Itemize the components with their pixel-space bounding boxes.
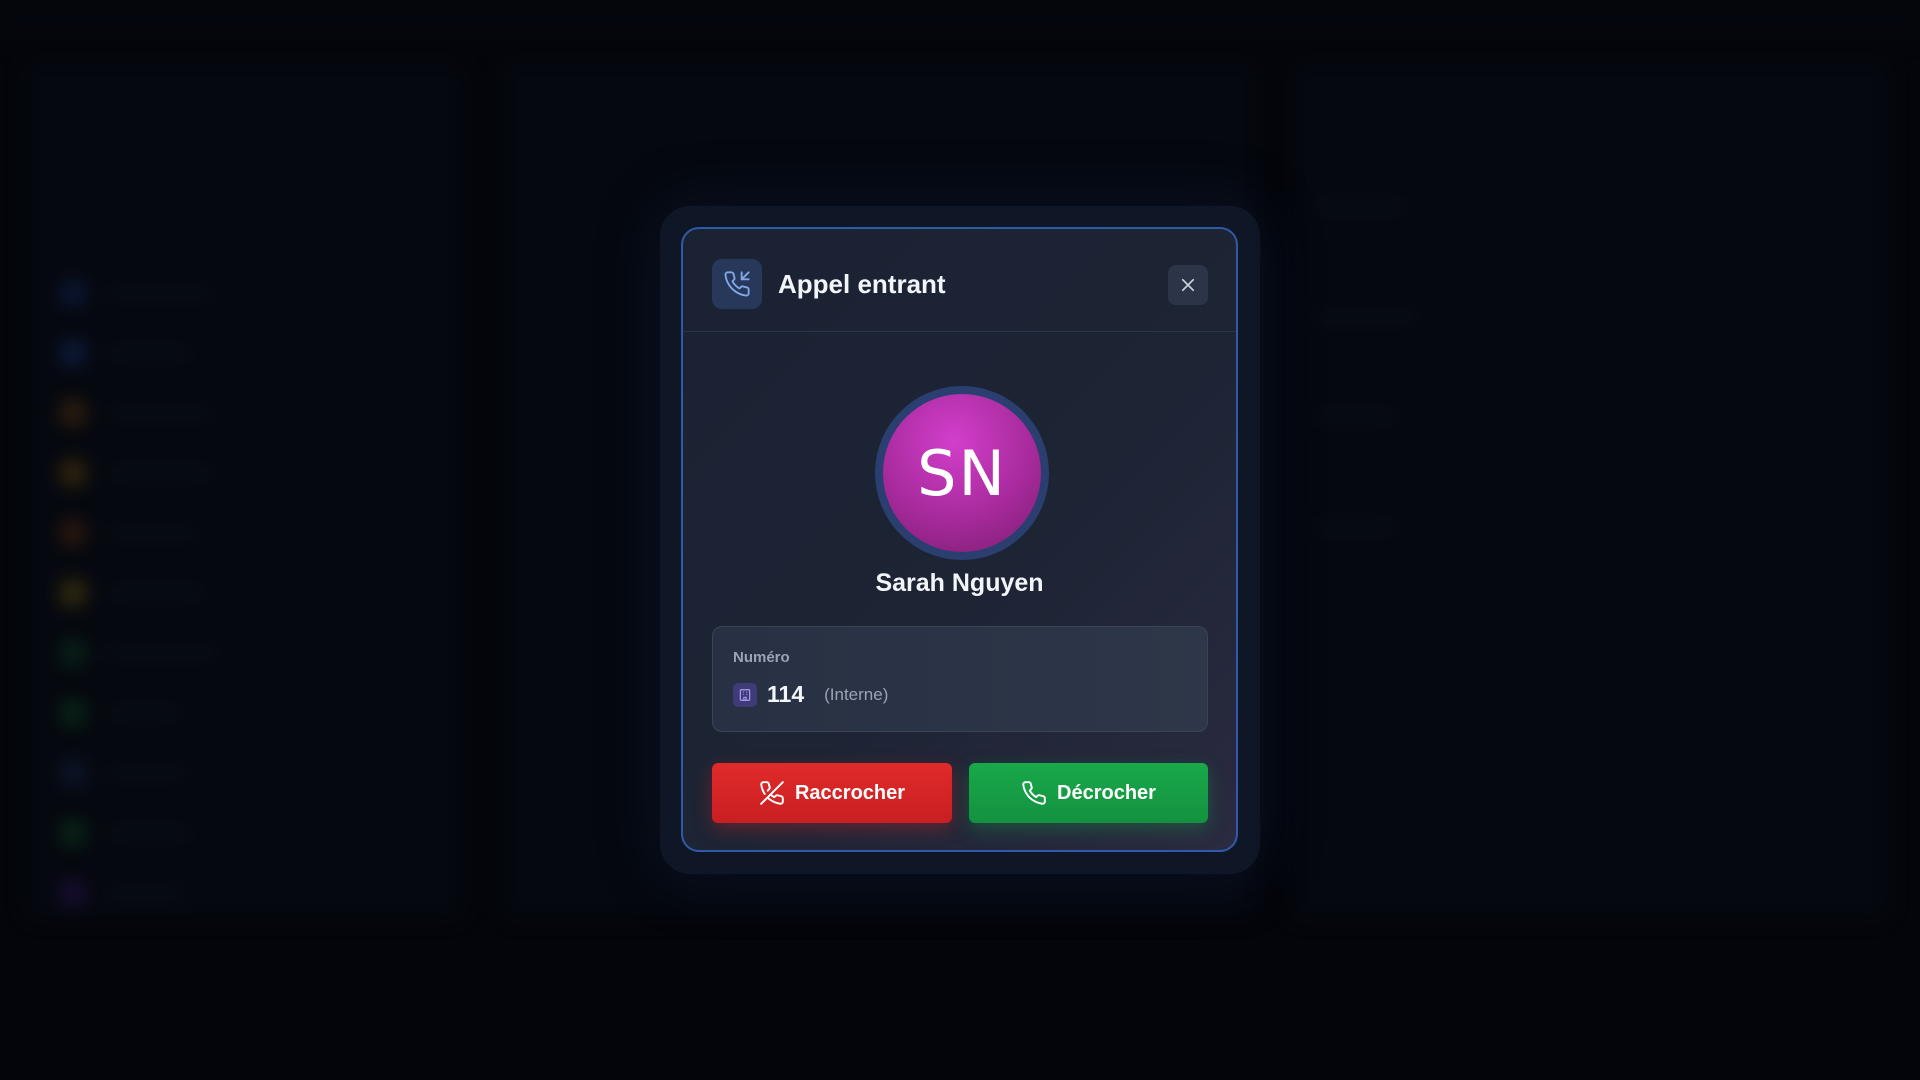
caller-name: Sarah Nguyen bbox=[875, 569, 1044, 597]
dialog-title: Appel entrant bbox=[778, 269, 946, 299]
caller-number-card: Numéro 114 (Interne) bbox=[712, 626, 1208, 732]
answer-button[interactable]: Décrocher bbox=[969, 763, 1208, 823]
caller-avatar: SN bbox=[883, 394, 1041, 552]
building-icon bbox=[733, 682, 757, 707]
phone-icon bbox=[1022, 781, 1046, 805]
close-button[interactable] bbox=[1168, 265, 1208, 305]
hangup-label: Raccrocher bbox=[794, 781, 906, 804]
caller-number: 114 bbox=[767, 681, 805, 707]
close-icon bbox=[1181, 278, 1195, 292]
phone-off-icon bbox=[760, 781, 784, 805]
incoming-call-dialog: Appel entrant SN Sarah Nguyen Numéro 114… bbox=[681, 227, 1238, 852]
hangup-button[interactable]: Raccrocher bbox=[712, 763, 952, 823]
dialog-header: Appel entrant bbox=[683, 229, 1236, 332]
caller-avatar-ring: SN bbox=[875, 386, 1049, 560]
incoming-call-icon bbox=[712, 259, 762, 309]
number-type: (Interne) bbox=[824, 684, 889, 704]
number-label: Numéro bbox=[733, 649, 790, 666]
answer-label: Décrocher bbox=[1057, 781, 1156, 804]
number-row: 114 (Interne) bbox=[733, 681, 888, 708]
